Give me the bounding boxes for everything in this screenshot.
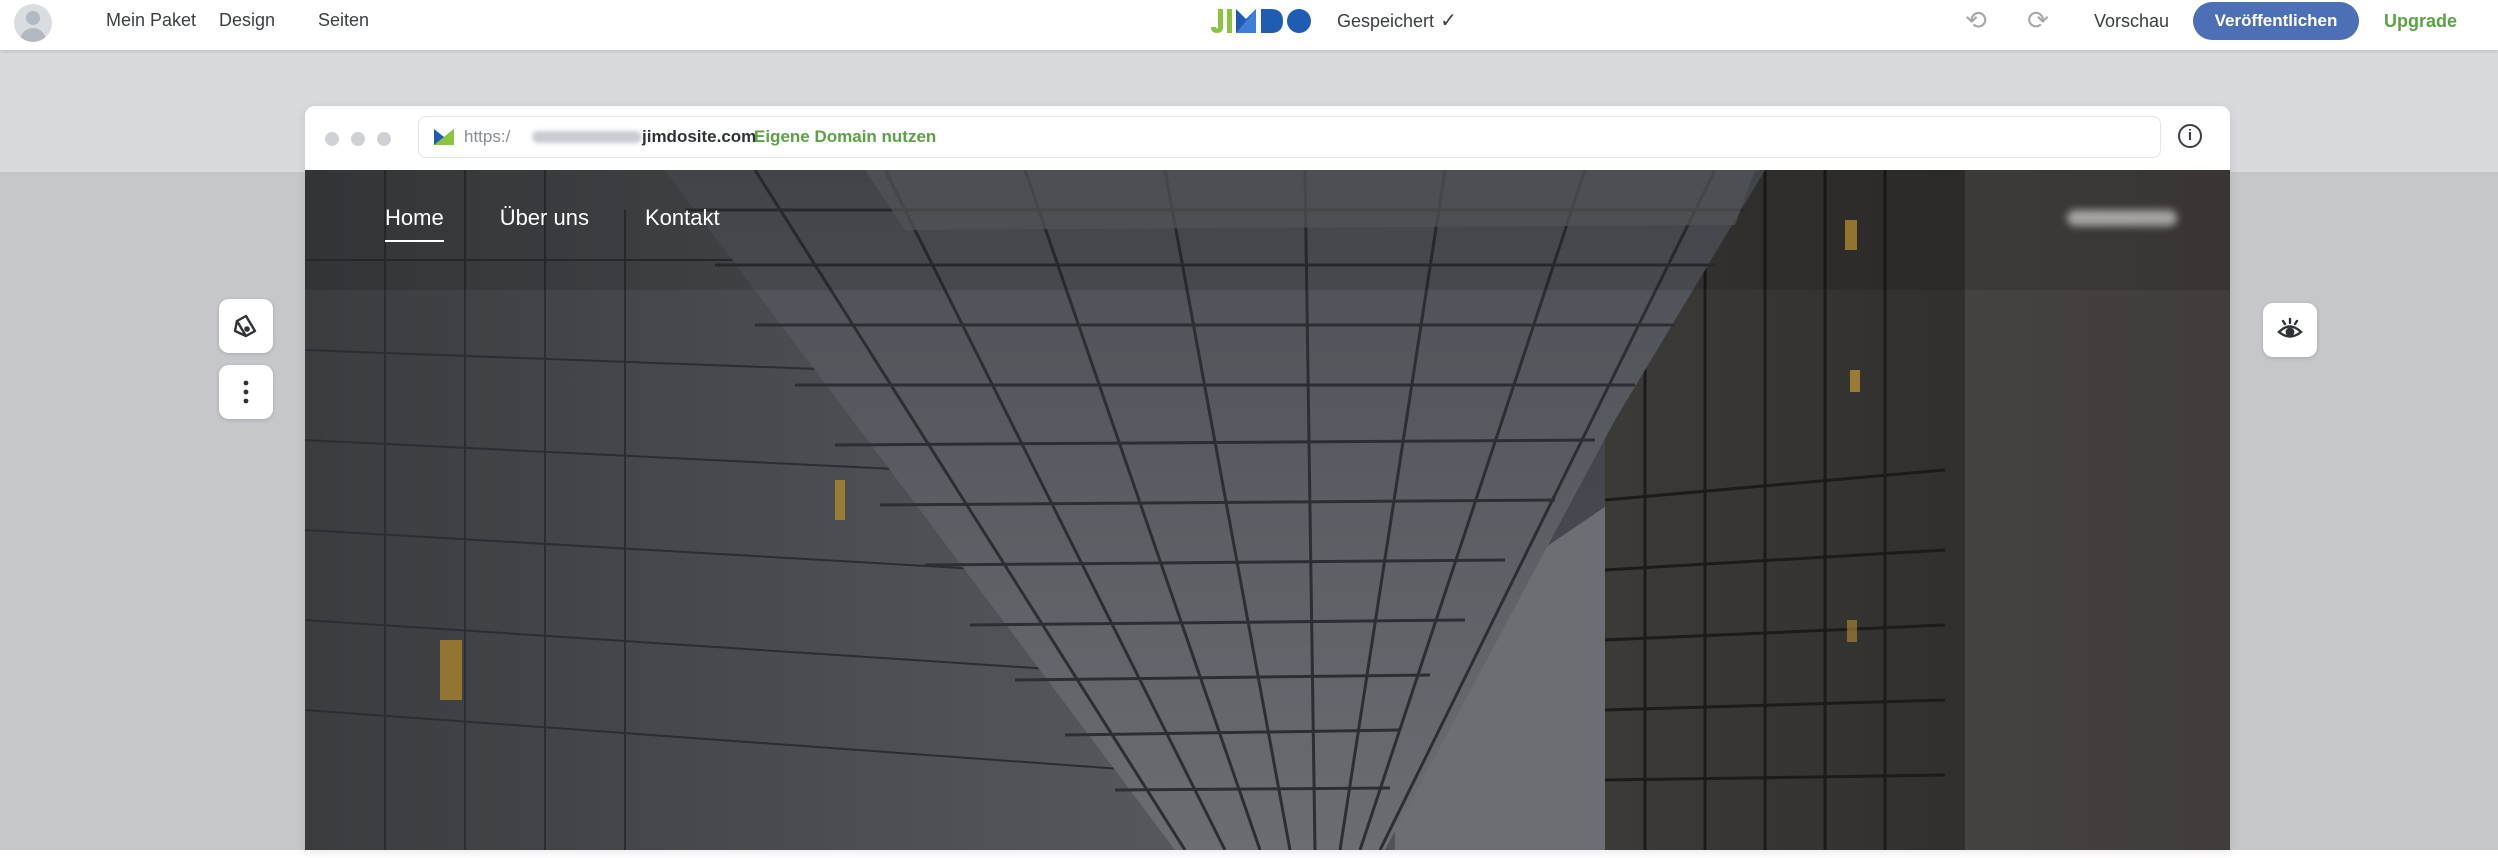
custom-domain-link[interactable]: Eigene Domain nutzen [754, 127, 936, 147]
jimdo-logo-mark [1211, 9, 1311, 33]
paint-palette-icon [233, 314, 257, 338]
more-options-button[interactable] [219, 365, 273, 419]
canvas-bottom-edge [0, 850, 2498, 858]
avatar-body-shape [20, 28, 46, 42]
publish-button[interactable]: Veröffentlichen [2193, 2, 2359, 40]
site-nav-kontakt[interactable]: Kontakt [645, 204, 720, 242]
visibility-toggle-button[interactable] [2263, 303, 2317, 357]
url-domain: jimdosite.com [642, 127, 757, 146]
jimdo-logo [1209, 6, 1329, 36]
nav-mein-paket[interactable]: Mein Paket [106, 8, 196, 32]
jimdo-favicon-icon [434, 129, 454, 145]
eye-icon [2277, 317, 2303, 338]
url-subdomain-blurred [532, 131, 642, 143]
window-dot [377, 132, 391, 146]
preview-button[interactable]: Vorschau [2094, 9, 2169, 33]
undo-icon[interactable]: ⟲ [1962, 6, 1990, 34]
site-logo-blurred[interactable] [2067, 210, 2177, 226]
site-navigation: Home Über uns Kontakt [385, 204, 720, 242]
checkmark-icon: ✓ [1440, 10, 1457, 32]
nav-seiten[interactable]: Seiten [318, 8, 369, 32]
hero-background-image [305, 170, 2230, 850]
browser-bar: https:/ jimdosite.com Eigene Domain nutz… [305, 106, 2230, 170]
save-status-label: Gespeichert [1337, 11, 1435, 31]
url-bar: https:/ jimdosite.com Eigene Domain nutz… [418, 116, 2161, 158]
upgrade-link[interactable]: Upgrade [2384, 9, 2457, 33]
site-nav-ueber-uns[interactable]: Über uns [500, 204, 589, 242]
design-palette-button[interactable] [219, 299, 273, 353]
window-dot [325, 132, 339, 146]
redo-icon[interactable]: ⟳ [2024, 6, 2052, 34]
url-prefix: https:/ [464, 127, 511, 146]
hero-section[interactable]: Home Über uns Kontakt [305, 170, 2230, 850]
info-glyph: i [2187, 127, 2193, 144]
nav-design[interactable]: Design [219, 8, 275, 32]
window-dot [351, 132, 365, 146]
info-icon[interactable]: i [2178, 124, 2202, 148]
site-preview-frame: https:/ jimdosite.com Eigene Domain nutz… [305, 106, 2230, 850]
vertical-dots-icon [243, 380, 249, 404]
user-avatar[interactable] [14, 4, 52, 42]
site-nav-home[interactable]: Home [385, 204, 444, 242]
save-status: Gespeichert ✓ [1337, 9, 1457, 33]
avatar-head-shape [26, 11, 40, 25]
editor-topbar: Mein Paket Design Seiten Gespeichert ✓ ⟲ … [0, 0, 2498, 50]
